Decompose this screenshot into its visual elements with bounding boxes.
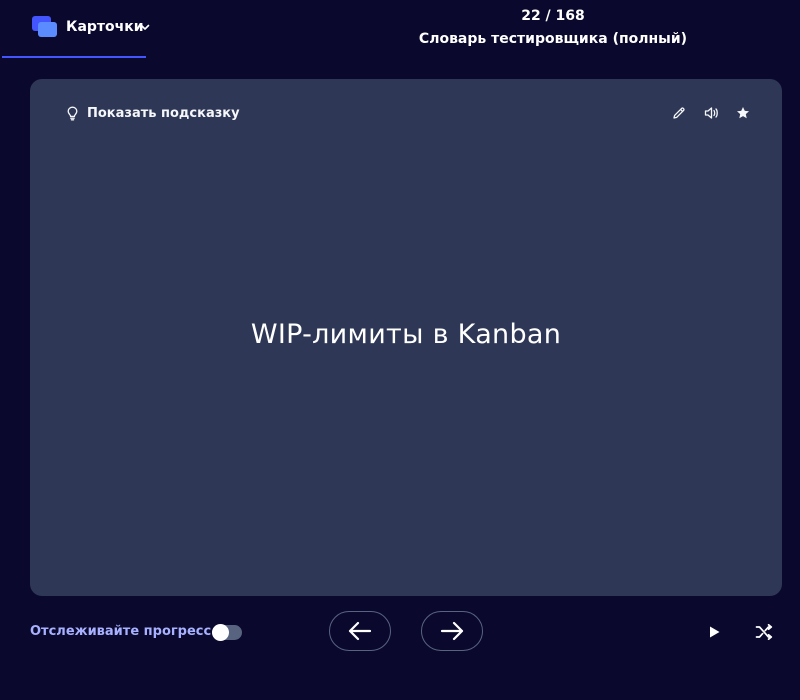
show-hint-button[interactable]: Показать подсказку (66, 106, 240, 121)
shuffle-icon (755, 624, 773, 640)
cards-stack-icon (32, 16, 58, 38)
flashcard[interactable]: Показать подсказку WIP-лимиты в Kanban (30, 79, 782, 596)
arrow-left-icon (348, 621, 372, 641)
autoplay-button[interactable] (704, 622, 724, 642)
edit-button[interactable] (670, 104, 688, 122)
star-icon (737, 107, 749, 119)
previous-card-button[interactable] (329, 611, 391, 651)
flashcards-page: Карточки 22 / 168 Словарь тестировщика (… (0, 0, 800, 700)
mode-menu-button[interactable]: Карточки (0, 0, 150, 58)
mode-label: Карточки (66, 19, 144, 35)
next-card-button[interactable] (421, 611, 483, 651)
card-term: WIP-лимиты в Kanban (250, 319, 562, 350)
chevron-down-icon (140, 24, 150, 30)
audio-button[interactable] (702, 104, 720, 122)
edit-icon (673, 107, 685, 119)
play-icon (710, 626, 720, 638)
track-progress-toggle[interactable] (212, 624, 242, 641)
lightbulb-icon (67, 106, 78, 121)
arrow-right-icon (440, 621, 464, 641)
audio-icon (704, 107, 718, 119)
card-counter: 22 / 168 (521, 8, 585, 24)
star-button[interactable] (734, 104, 752, 122)
toggle-knob (212, 624, 229, 641)
active-mode-underline (2, 56, 146, 58)
set-title: Словарь тестировщика (полный) (418, 31, 688, 47)
track-progress-label: Отслеживайте прогресс (30, 624, 212, 639)
hint-label: Показать подсказку (87, 106, 240, 121)
shuffle-button[interactable] (754, 622, 774, 642)
card-toolbar (670, 104, 752, 122)
